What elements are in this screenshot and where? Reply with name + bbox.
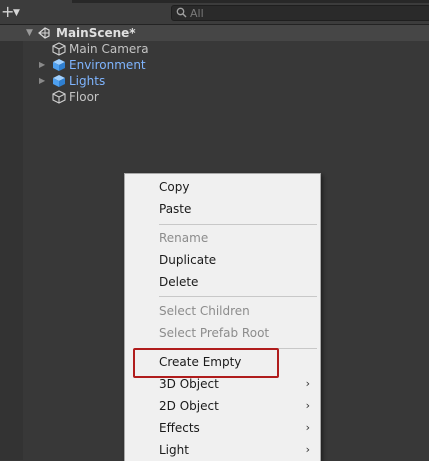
menu-item-2d-object[interactable]: 2D Object › <box>125 395 320 417</box>
scene-row[interactable]: ▼ MainScene* <box>0 25 429 41</box>
expand-arrow-icon[interactable]: ▶ <box>39 73 45 89</box>
annotation-highlight-box <box>133 348 279 378</box>
hierarchy-item-main-camera[interactable]: Main Camera <box>0 41 429 57</box>
menu-item-label: Select Children <box>159 304 250 318</box>
menu-item-select-prefab-root: Select Prefab Root <box>125 322 320 344</box>
caret-down-icon: ▼ <box>13 8 20 18</box>
chevron-right-icon: › <box>305 443 310 456</box>
chevron-right-icon: › <box>305 421 310 434</box>
item-label: Lights <box>69 74 106 88</box>
menu-item-delete[interactable]: Delete <box>125 271 320 293</box>
menu-item-effects[interactable]: Effects › <box>125 417 320 439</box>
menu-item-select-children: Select Children <box>125 300 320 322</box>
create-dropdown-button[interactable]: + ▼ <box>1 4 23 21</box>
hierarchy-item-lights[interactable]: ▶ Lights <box>0 73 429 89</box>
hierarchy-item-environment[interactable]: ▶ Environment <box>0 57 429 73</box>
menu-item-rename: Rename <box>125 227 320 249</box>
item-label: Environment <box>69 58 146 72</box>
expand-arrow-icon[interactable]: ▼ <box>26 25 33 41</box>
menu-item-label: Select Prefab Root <box>159 326 270 340</box>
menu-item-label: Copy <box>159 180 190 194</box>
unity-scene-icon <box>38 27 50 39</box>
menu-item-light[interactable]: Light › <box>125 439 320 461</box>
scene-label: MainScene* <box>56 26 136 40</box>
item-label: Main Camera <box>69 42 149 56</box>
menu-item-label: 2D Object <box>159 399 219 413</box>
expand-arrow-icon[interactable]: ▶ <box>39 57 45 73</box>
chevron-right-icon: › <box>305 377 310 390</box>
menu-separator <box>159 296 317 297</box>
search-icon <box>176 7 187 21</box>
context-menu: Copy Paste Rename Duplicate Delete Selec… <box>124 173 321 461</box>
chevron-right-icon: › <box>305 399 310 412</box>
gameobject-cube-icon <box>52 42 66 56</box>
item-label: Floor <box>69 90 99 104</box>
menu-item-label: Duplicate <box>159 253 217 267</box>
menu-item-label: Delete <box>159 275 199 289</box>
menu-item-label: Paste <box>159 202 192 216</box>
menu-separator <box>159 224 317 225</box>
menu-item-duplicate[interactable]: Duplicate <box>125 249 320 271</box>
gameobject-cube-icon <box>52 90 66 104</box>
hierarchy-item-floor[interactable]: Floor <box>0 89 429 105</box>
search-input[interactable] <box>190 6 420 20</box>
hierarchy-toolbar: + ▼ <box>0 0 429 25</box>
tab-strip <box>0 0 429 3</box>
prefab-cube-icon <box>53 75 65 87</box>
menu-item-paste[interactable]: Paste <box>125 198 320 220</box>
menu-item-label: Rename <box>159 231 209 245</box>
menu-item-copy[interactable]: Copy <box>125 176 320 198</box>
search-box[interactable] <box>171 5 429 21</box>
menu-item-label: Light <box>159 443 189 457</box>
menu-item-label: Effects <box>159 421 200 435</box>
prefab-cube-icon <box>53 59 65 71</box>
